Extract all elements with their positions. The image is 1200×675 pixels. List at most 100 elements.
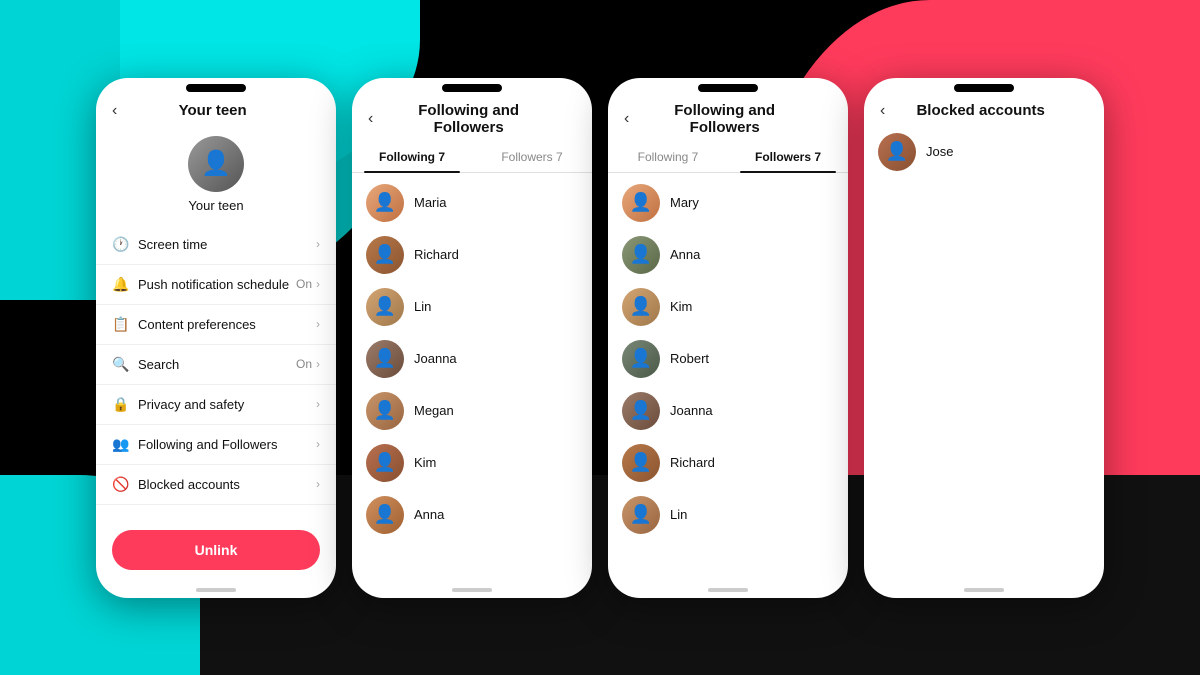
- user-name: Richard: [670, 455, 715, 470]
- teen-avatar-img: 👤: [188, 136, 244, 192]
- user-name: Mary: [670, 195, 699, 210]
- list-item[interactable]: 👤 Lin: [352, 281, 592, 333]
- list-item[interactable]: 👤 Mary: [608, 177, 848, 229]
- list-item[interactable]: 👤 Lin: [608, 489, 848, 541]
- chevron-right-icon: ›: [316, 237, 320, 251]
- phone2-tab-followers[interactable]: Followers 7: [472, 142, 592, 172]
- menu-icon: 📋: [112, 316, 128, 333]
- phone-following: ‹ Following and Followers Following 7 Fo…: [352, 78, 592, 598]
- menu-item[interactable]: 🔍 Search On ›: [96, 345, 336, 385]
- phone1-avatar-section: 👤 Your teen: [96, 126, 336, 225]
- list-item[interactable]: 👤 Megan: [352, 385, 592, 437]
- user-avatar: 👤: [622, 184, 660, 222]
- list-item[interactable]: 👤 Joanna: [608, 385, 848, 437]
- menu-icon: 🔔: [112, 276, 128, 293]
- list-item[interactable]: 👤 Robert: [608, 333, 848, 385]
- phone4-list: 👤 Jose: [864, 126, 1104, 178]
- user-name: Robert: [670, 351, 709, 366]
- phone1-title: Your teen: [125, 102, 300, 119]
- phone4-user-list: 👤 Jose: [864, 126, 1104, 582]
- menu-label: Content preferences: [138, 317, 316, 332]
- phone3-tab-bar: Following 7 Followers 7: [608, 142, 848, 173]
- menu-label: Following and Followers: [138, 437, 316, 452]
- phone1-menu-list: 🕐 Screen time › 🔔 Push notification sche…: [96, 225, 336, 518]
- menu-item[interactable]: 🔔 Push notification schedule On ›: [96, 265, 336, 305]
- phone4-back-arrow[interactable]: ‹: [880, 102, 885, 120]
- phone3-back-arrow[interactable]: ‹: [624, 110, 629, 128]
- menu-label: Blocked accounts: [138, 477, 316, 492]
- phone-followers: ‹ Following and Followers Following 7 Fo…: [608, 78, 848, 598]
- list-item[interactable]: 👤 Anna: [608, 229, 848, 281]
- menu-icon: 🕐: [112, 236, 128, 253]
- phone1-header: ‹ Your teen: [96, 92, 336, 126]
- list-item[interactable]: 👤 Richard: [352, 229, 592, 281]
- unlink-button[interactable]: Unlink: [112, 530, 320, 570]
- user-avatar: 👤: [622, 288, 660, 326]
- chevron-right-icon: ›: [316, 317, 320, 331]
- menu-item[interactable]: 🕐 Screen time ›: [96, 225, 336, 265]
- phone3-list: 👤 Mary 👤 Anna 👤 Kim 👤 Robert 👤 Joanna 👤 …: [608, 177, 848, 541]
- user-avatar: 👤: [366, 392, 404, 430]
- user-avatar: 👤: [622, 340, 660, 378]
- menu-value: On: [296, 357, 312, 371]
- menu-label: Search: [138, 357, 296, 372]
- phone1-unlink-section: Unlink: [96, 518, 336, 582]
- user-avatar: 👤: [622, 444, 660, 482]
- phone3-title: Following and Followers: [637, 102, 812, 136]
- menu-item[interactable]: 👥 Following and Followers ›: [96, 425, 336, 465]
- phone1-content: ‹ Your teen 👤 Your teen 🕐 Screen time › …: [96, 92, 336, 582]
- list-item[interactable]: 👤 Anna: [352, 489, 592, 541]
- phone2-back-arrow[interactable]: ‹: [368, 110, 373, 128]
- user-avatar: 👤: [622, 496, 660, 534]
- list-item[interactable]: 👤 Richard: [608, 437, 848, 489]
- list-item[interactable]: 👤 Kim: [608, 281, 848, 333]
- phone3-home-indicator: [708, 588, 748, 592]
- phone2-notch: [442, 84, 502, 92]
- user-name: Kim: [414, 455, 436, 470]
- user-avatar: 👤: [366, 496, 404, 534]
- list-item[interactable]: 👤 Jose: [864, 126, 1104, 178]
- phone2-tab-following[interactable]: Following 7: [352, 142, 472, 172]
- user-avatar: 👤: [366, 288, 404, 326]
- phone3-user-list: 👤 Mary 👤 Anna 👤 Kim 👤 Robert 👤 Joanna 👤 …: [608, 177, 848, 582]
- phone2-user-list: 👤 Maria 👤 Richard 👤 Lin 👤 Joanna 👤 Megan…: [352, 177, 592, 582]
- phones-container: ‹ Your teen 👤 Your teen 🕐 Screen time › …: [0, 0, 1200, 675]
- phone2-home-indicator: [452, 588, 492, 592]
- chevron-right-icon: ›: [316, 357, 320, 371]
- menu-icon: 👥: [112, 436, 128, 453]
- list-item[interactable]: 👤 Joanna: [352, 333, 592, 385]
- user-name: Anna: [414, 507, 444, 522]
- menu-icon: 🔒: [112, 396, 128, 413]
- phone3-tab-following[interactable]: Following 7: [608, 142, 728, 172]
- phone1-menu: 🕐 Screen time › 🔔 Push notification sche…: [96, 225, 336, 505]
- phone1-notch: [186, 84, 246, 92]
- phone3-notch: [698, 84, 758, 92]
- phone2-title: Following and Followers: [381, 102, 556, 136]
- phone-your-teen: ‹ Your teen 👤 Your teen 🕐 Screen time › …: [96, 78, 336, 598]
- user-name: Richard: [414, 247, 459, 262]
- phone3-tab-followers[interactable]: Followers 7: [728, 142, 848, 172]
- menu-item[interactable]: 📋 Content preferences ›: [96, 305, 336, 345]
- user-avatar: 👤: [366, 184, 404, 222]
- user-name: Jose: [926, 144, 953, 159]
- menu-item[interactable]: 🚫 Blocked accounts ›: [96, 465, 336, 505]
- menu-item[interactable]: 🔒 Privacy and safety ›: [96, 385, 336, 425]
- phone4-home-indicator: [964, 588, 1004, 592]
- menu-icon: 🔍: [112, 356, 128, 373]
- menu-label: Push notification schedule: [138, 277, 296, 292]
- chevron-right-icon: ›: [316, 477, 320, 491]
- list-item[interactable]: 👤 Maria: [352, 177, 592, 229]
- user-avatar: 👤: [878, 133, 916, 171]
- chevron-right-icon: ›: [316, 397, 320, 411]
- phone2-list: 👤 Maria 👤 Richard 👤 Lin 👤 Joanna 👤 Megan…: [352, 177, 592, 541]
- user-name: Maria: [414, 195, 447, 210]
- user-avatar: 👤: [622, 236, 660, 274]
- menu-icon: 🚫: [112, 476, 128, 493]
- menu-value: On: [296, 277, 312, 291]
- phone2-header: ‹ Following and Followers: [352, 92, 592, 142]
- teen-avatar: 👤: [188, 136, 244, 192]
- user-name: Joanna: [670, 403, 713, 418]
- phone1-back-arrow[interactable]: ‹: [112, 102, 117, 120]
- user-name: Kim: [670, 299, 692, 314]
- list-item[interactable]: 👤 Kim: [352, 437, 592, 489]
